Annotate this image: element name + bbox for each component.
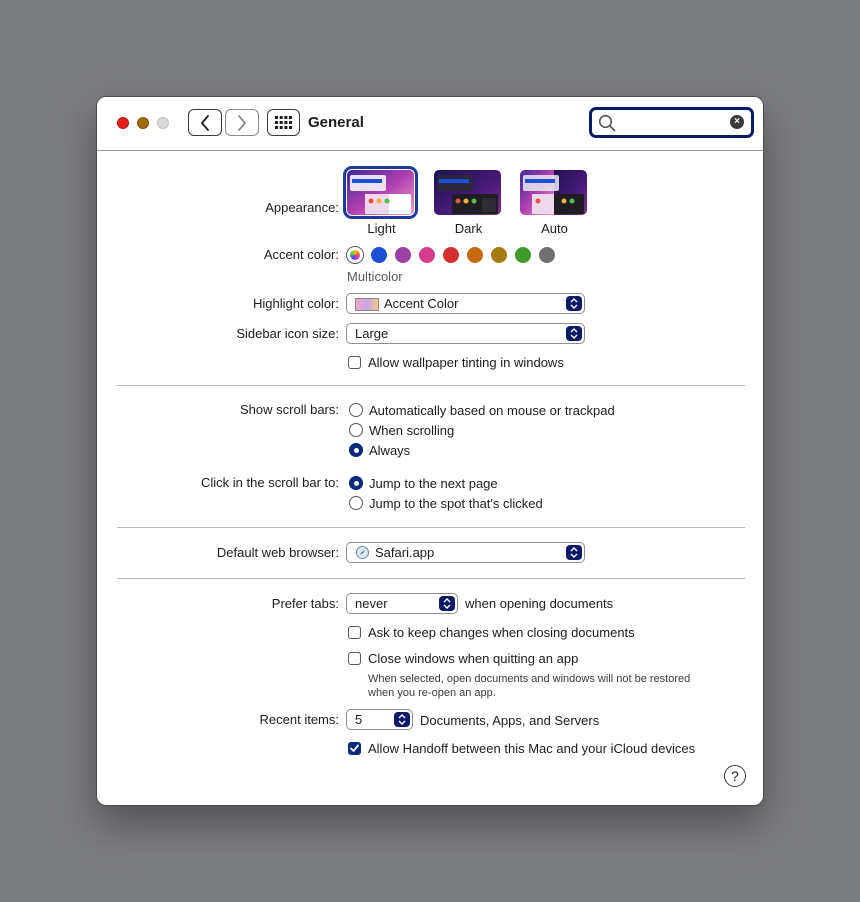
preferences-window: General × Appearance: Light Dark Auto Ac… [96,96,764,806]
appearance-dark-label[interactable]: Dark [435,221,502,236]
close-button[interactable] [117,117,129,129]
chevron-right-icon [238,114,246,131]
accent-swatch-blue[interactable] [371,247,387,263]
default-browser-popup[interactable]: Safari.app [346,542,585,563]
zoom-button[interactable] [157,117,169,129]
jump-to-spot-radio[interactable] [349,496,363,510]
checkmark-icon [350,744,359,752]
scroll-always-label[interactable]: Always [369,443,410,458]
help-button[interactable]: ? [724,765,746,787]
separator [117,578,745,579]
window-title: General [308,114,364,131]
chevron-left-icon [201,114,209,131]
appearance-light-label[interactable]: Light [348,221,415,236]
recent-items-label: Recent items: [259,712,339,727]
prefer-tabs-popup[interactable]: never [346,593,458,614]
accent-swatch-graphite[interactable] [539,247,555,263]
accent-swatch-red[interactable] [443,247,459,263]
handoff-checkbox[interactable] [348,742,361,755]
prefer-tabs-suffix: when opening documents [465,596,614,611]
close-windows-note-line2: when you re-open an app. [368,687,496,699]
light-appearance-icon [347,170,414,215]
clear-search-icon[interactable]: × [730,115,744,129]
updown-arrows-icon [439,596,455,611]
wallpaper-tinting-label[interactable]: Allow wallpaper tinting in windows [368,355,564,370]
jump-next-page-radio[interactable] [349,476,363,490]
accent-swatch-multicolor[interactable] [347,247,363,263]
close-windows-label[interactable]: Close windows when quitting an app [368,651,578,666]
highlight-color-popup[interactable]: Accent Color [346,293,585,314]
scroll-always-radio[interactable] [349,443,363,457]
search-field[interactable]: × [589,107,754,138]
recent-items-popup[interactable]: 5 [346,709,413,730]
highlight-swatch-icon [355,298,379,311]
close-windows-note-line1: When selected, open documents and window… [368,673,691,685]
accent-swatch-purple[interactable] [395,247,411,263]
updown-arrows-icon [566,296,582,311]
ask-keep-changes-checkbox[interactable] [348,626,361,639]
appearance-label: Appearance: [265,200,339,215]
default-browser-value: Safari.app [375,545,435,560]
close-windows-checkbox[interactable] [348,652,361,665]
minimize-button[interactable] [137,117,149,129]
accent-swatch-green[interactable] [515,247,531,263]
forward-button[interactable] [225,109,259,136]
grid-icon [275,116,292,129]
accent-selected-name: Multicolor [347,269,403,284]
show-scroll-bars-label: Show scroll bars: [240,402,339,417]
wallpaper-tinting-checkbox[interactable] [348,356,361,369]
appearance-auto-thumb[interactable] [520,170,587,215]
back-button[interactable] [188,109,222,136]
auto-appearance-icon [520,170,587,215]
appearance-dark-thumb[interactable] [434,170,501,215]
updown-arrows-icon [394,712,410,727]
handoff-label[interactable]: Allow Handoff between this Mac and your … [368,741,695,756]
recent-items-value: 5 [355,712,363,727]
accent-swatch-orange[interactable] [467,247,483,263]
scroll-auto-label[interactable]: Automatically based on mouse or trackpad [369,403,615,418]
appearance-auto-label[interactable]: Auto [521,221,588,236]
sidebar-icon-size-popup[interactable]: Large [346,323,585,344]
appearance-light-thumb[interactable] [343,166,418,219]
dark-appearance-icon [434,170,501,215]
click-scroll-bar-label: Click in the scroll bar to: [201,475,339,490]
sidebar-icon-size-label: Sidebar icon size: [236,326,339,341]
accent-swatch-yellow[interactable] [491,247,507,263]
prefer-tabs-value: never [355,596,388,611]
separator [117,527,745,528]
sidebar-icon-size-value: Large [355,326,389,341]
ask-keep-changes-label[interactable]: Ask to keep changes when closing documen… [368,625,635,640]
accent-swatch-pink[interactable] [419,247,435,263]
highlight-color-value: Accent Color [384,296,459,311]
jump-next-page-label[interactable]: Jump to the next page [369,476,498,491]
accent-color-label: Accent color: [263,247,339,262]
highlight-color-label: Highlight color: [253,296,339,311]
scroll-auto-radio[interactable] [349,403,363,417]
scroll-when-scrolling-radio[interactable] [349,423,363,437]
show-all-button[interactable] [267,109,300,136]
default-browser-label: Default web browser: [216,545,339,560]
updown-arrows-icon [566,326,582,341]
recent-items-suffix: Documents, Apps, and Servers [420,713,600,728]
updown-arrows-icon [566,545,582,560]
prefer-tabs-label: Prefer tabs: [271,596,339,611]
jump-to-spot-label[interactable]: Jump to the spot that's clicked [369,496,543,511]
scroll-when-scrolling-label[interactable]: When scrolling [369,423,454,438]
title-bar: General × [97,97,763,151]
safari-icon [356,546,369,559]
separator [117,385,745,386]
search-icon [598,114,616,132]
